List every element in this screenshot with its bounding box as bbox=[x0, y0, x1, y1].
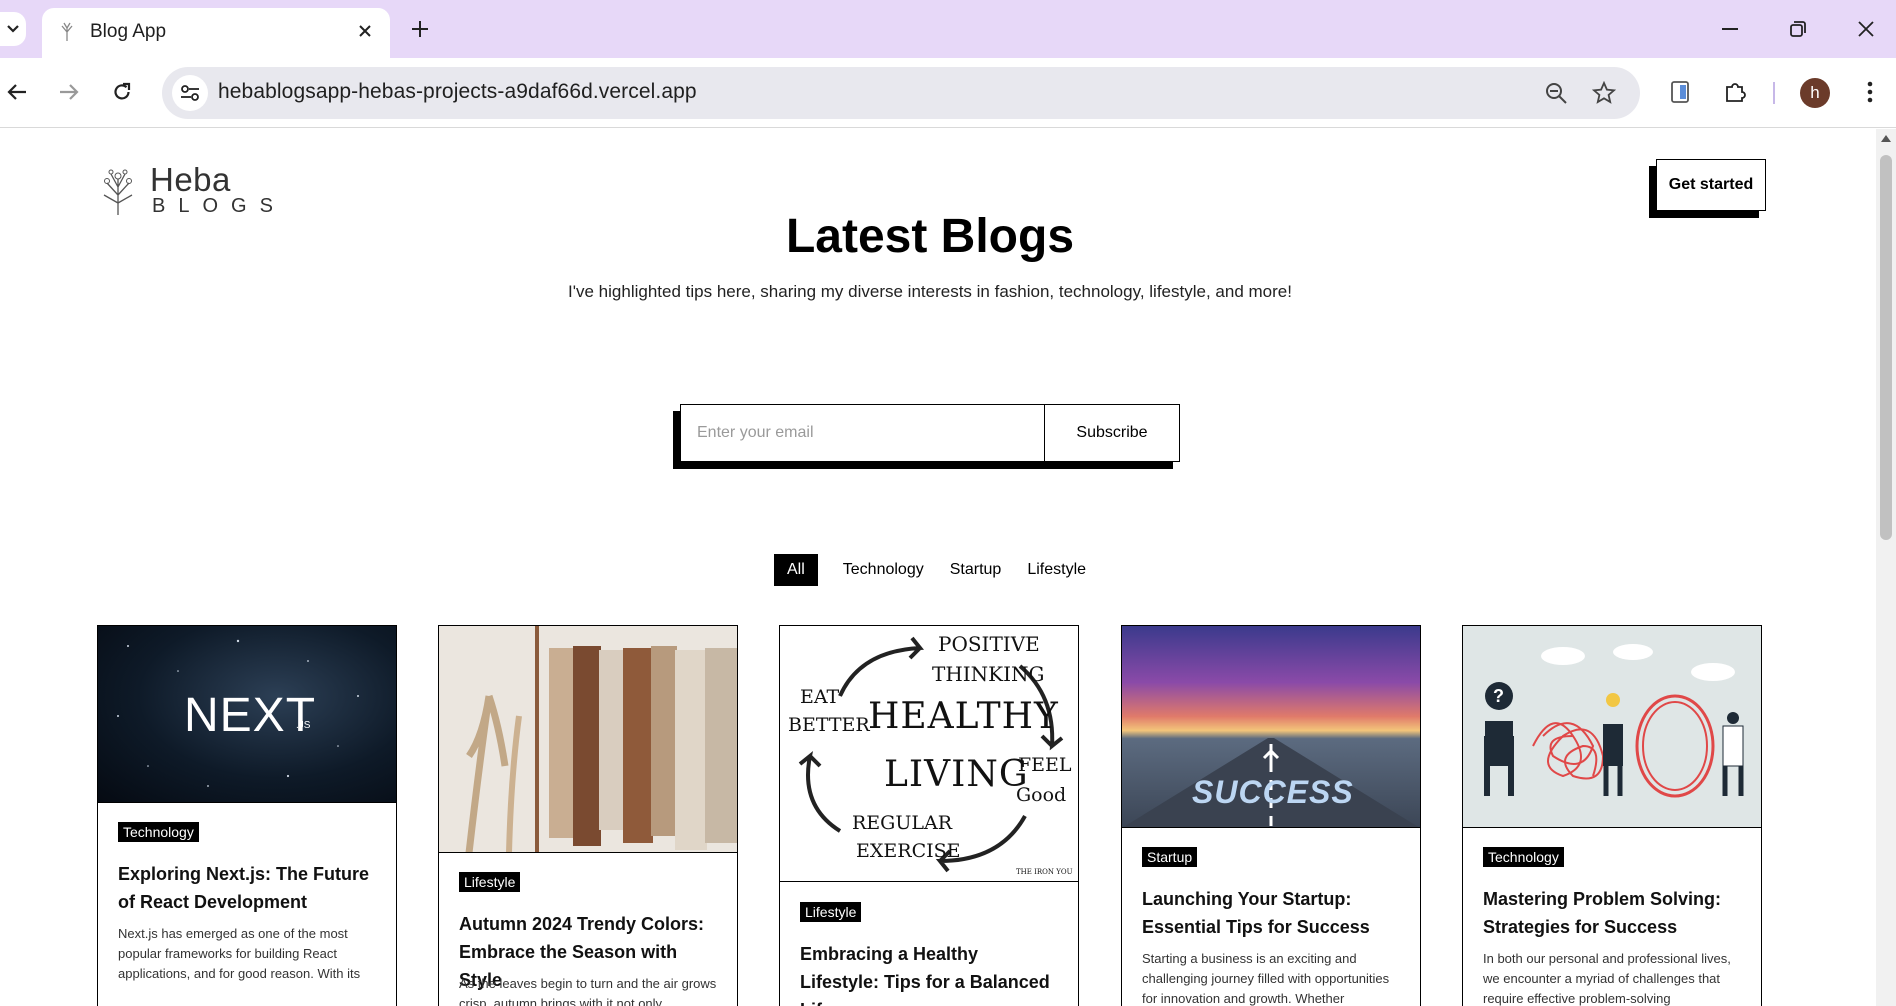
card-description: Next.js has emerged as one of the most p… bbox=[118, 926, 361, 981]
url-text[interactable]: hebablogsapp-hebas-projects-a9daf66d.ver… bbox=[218, 80, 697, 104]
site-info-button[interactable] bbox=[172, 75, 208, 111]
close-icon bbox=[1858, 21, 1874, 37]
get-started-button[interactable]: Get started bbox=[1656, 159, 1766, 211]
reload-icon bbox=[114, 82, 131, 100]
image-word: EAT bbox=[800, 686, 840, 708]
image-word: LIVING bbox=[884, 754, 1029, 795]
blog-card[interactable]: POSITIVE THINKING EAT BETTER HEALTHY LIV… bbox=[779, 625, 1079, 1006]
problem-solving-illustration bbox=[1484, 644, 1744, 798]
card-image[interactable]: POSITIVE THINKING EAT BETTER HEALTHY LIV… bbox=[780, 626, 1078, 882]
arrow-right-icon bbox=[60, 84, 79, 100]
image-word: HEALTHY bbox=[868, 696, 1059, 737]
card-description: Starting a business is an exciting and c… bbox=[1142, 951, 1390, 1006]
clothing-rack-illustration bbox=[439, 626, 737, 852]
extensions-button[interactable] bbox=[1718, 75, 1752, 109]
zoom-button[interactable] bbox=[1542, 79, 1570, 107]
success-text: SUCCESS bbox=[1192, 774, 1354, 810]
browser-tab-bar: Blog App bbox=[0, 0, 1896, 58]
side-panel-button[interactable] bbox=[1663, 75, 1697, 109]
scroll-up-icon[interactable] bbox=[1881, 135, 1891, 142]
bookmark-button[interactable] bbox=[1590, 79, 1618, 107]
minimize-button[interactable] bbox=[1710, 12, 1750, 46]
card-description: In both our personal and professional li… bbox=[1483, 951, 1731, 1006]
filter-lifestyle[interactable]: Lifestyle bbox=[1014, 554, 1099, 586]
image-word: EXERCISE bbox=[856, 840, 961, 862]
toolbar-divider bbox=[1773, 82, 1775, 104]
nextjs-logo-sub: .JS bbox=[296, 720, 311, 731]
back-button[interactable] bbox=[0, 75, 34, 109]
zoom-out-icon bbox=[1546, 83, 1567, 104]
minimize-icon bbox=[1722, 28, 1738, 30]
new-tab-button[interactable] bbox=[405, 14, 435, 44]
chevron-down-icon bbox=[7, 25, 19, 33]
page-title: Latest Blogs bbox=[785, 210, 1075, 263]
star-icon bbox=[1592, 81, 1616, 104]
page-subtitle: I've highlighted tips here, sharing my d… bbox=[568, 282, 1292, 301]
plus-icon bbox=[412, 21, 428, 37]
blog-card[interactable]: ? Technology Mastering Problem Solving: … bbox=[1462, 625, 1762, 1006]
card-image[interactable]: ? bbox=[1463, 626, 1761, 828]
scrollbar-thumb[interactable] bbox=[1880, 155, 1892, 540]
profile-avatar[interactable]: h bbox=[1800, 78, 1830, 108]
image-credit: THE IRON YOU bbox=[1016, 868, 1073, 876]
card-description: As the leaves begin to turn and the air … bbox=[459, 976, 717, 1006]
blog-card[interactable]: NEXT .JS Technology Exploring Next.js: T… bbox=[97, 625, 397, 1006]
restore-button[interactable] bbox=[1778, 12, 1818, 46]
category-filters: All Technology Startup Lifestyle bbox=[774, 554, 1099, 586]
card-title[interactable]: Exploring Next.js: The Future of React D… bbox=[118, 860, 380, 916]
page-viewport: Heba BLOGS Get started Latest Blogs I've… bbox=[0, 129, 1876, 1006]
nextjs-logo-text: NEXT bbox=[184, 689, 317, 742]
filter-technology[interactable]: Technology bbox=[830, 554, 937, 586]
filter-all[interactable]: All bbox=[774, 554, 818, 586]
more-vert-icon bbox=[1867, 81, 1873, 103]
close-tab-icon[interactable] bbox=[352, 18, 378, 44]
image-word: FEEL bbox=[1018, 754, 1072, 776]
email-input[interactable] bbox=[681, 405, 1045, 461]
filter-startup[interactable]: Startup bbox=[937, 554, 1015, 586]
tab-search-button[interactable] bbox=[0, 12, 26, 46]
puzzle-icon bbox=[1726, 83, 1746, 102]
category-badge: Lifestyle bbox=[800, 902, 862, 922]
card-image[interactable]: NEXT .JS bbox=[98, 626, 396, 803]
category-badge: Lifestyle bbox=[459, 872, 521, 892]
forward-button[interactable] bbox=[52, 75, 86, 109]
favicon-icon bbox=[61, 22, 73, 41]
browser-tab[interactable]: Blog App bbox=[42, 8, 390, 58]
logo-name: Heba bbox=[150, 161, 231, 198]
card-image[interactable] bbox=[439, 626, 737, 853]
image-word: BETTER bbox=[788, 714, 870, 736]
subscribe-button[interactable]: Subscribe bbox=[1045, 405, 1179, 461]
card-image[interactable]: SUCCESS bbox=[1122, 626, 1420, 828]
image-word: REGULAR bbox=[852, 812, 953, 834]
restore-icon bbox=[1790, 21, 1806, 37]
category-badge: Technology bbox=[118, 822, 199, 842]
blog-card[interactable]: SUCCESS Startup Launching Your Startup: … bbox=[1121, 625, 1421, 1006]
image-word: THINKING bbox=[932, 662, 1045, 686]
browser-toolbar: hebablogsapp-hebas-projects-a9daf66d.ver… bbox=[0, 58, 1896, 128]
category-badge: Technology bbox=[1483, 847, 1564, 867]
plant-icon bbox=[103, 169, 133, 215]
image-word: POSITIVE bbox=[938, 632, 1040, 656]
phone-icon bbox=[1671, 81, 1689, 103]
card-title[interactable]: Embracing a Healthy Lifestyle: Tips for … bbox=[800, 940, 1062, 1006]
address-bar[interactable]: hebablogsapp-hebas-projects-a9daf66d.ver… bbox=[162, 67, 1640, 119]
image-word: Good bbox=[1016, 784, 1067, 806]
subscribe-form: Subscribe bbox=[680, 404, 1180, 462]
tune-icon bbox=[181, 85, 199, 101]
menu-button[interactable] bbox=[1853, 75, 1887, 109]
reload-button[interactable] bbox=[105, 75, 139, 109]
close-window-button[interactable] bbox=[1846, 12, 1886, 46]
tab-title: Blog App bbox=[90, 21, 167, 42]
page-scrollbar[interactable] bbox=[1876, 129, 1896, 1006]
question-mark-text: ? bbox=[1493, 686, 1504, 706]
blog-card[interactable]: Lifestyle Autumn 2024 Trendy Colors: Emb… bbox=[438, 625, 738, 1006]
card-title[interactable]: Mastering Problem Solving: Strategies fo… bbox=[1483, 885, 1745, 941]
category-badge: Startup bbox=[1142, 847, 1198, 867]
card-title[interactable]: Launching Your Startup: Essential Tips f… bbox=[1142, 885, 1404, 941]
arrow-left-icon bbox=[7, 84, 26, 100]
